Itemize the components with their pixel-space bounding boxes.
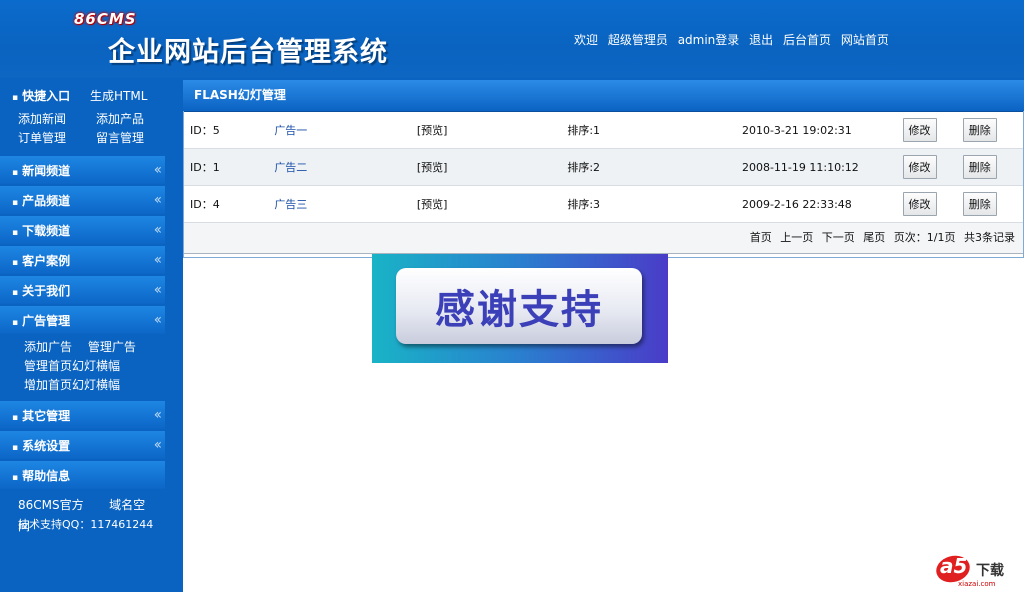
- row-order: 排序:3: [567, 185, 742, 223]
- ads-submenu: 添加广告 管理广告 管理首页幻灯横幅 增加首页幻灯横幅: [0, 334, 165, 399]
- add-news-link[interactable]: 添加新闻: [18, 110, 96, 127]
- table-row: ID：1 广告二 [预览] 排序:2 2008-11-19 11:10:12 修…: [184, 148, 1023, 186]
- table-row: ID：4 广告三 [预览] 排序:3 2009-2-16 22:33:48 修改…: [184, 185, 1023, 223]
- generate-html-link[interactable]: 生成HTML: [90, 87, 147, 104]
- site-home-link[interactable]: 网站首页: [841, 33, 889, 47]
- panel-title: FLASH幻灯管理: [183, 80, 1024, 112]
- message-manage-link[interactable]: 留言管理: [96, 129, 176, 146]
- app-title: 企业网站后台管理系统: [108, 37, 388, 68]
- preview-link[interactable]: [预览]: [417, 161, 448, 174]
- prev-page-link[interactable]: 上一页: [780, 231, 813, 244]
- top-nav: 欢迎 超级管理员 admin登录 退出 后台首页 网站首页: [574, 31, 895, 48]
- section-title: 帮助信息: [12, 467, 70, 484]
- thanks-banner: 感谢支持: [372, 254, 668, 363]
- logout-link[interactable]: 退出: [749, 33, 773, 47]
- row-name: 广告二: [274, 148, 417, 186]
- watermark-logo-text: a5: [940, 554, 968, 578]
- preview-link[interactable]: [预览]: [417, 124, 448, 137]
- table-row: ID：5 广告一 [预览] 排序:1 2010-3-21 19:02:31 修改…: [184, 112, 1023, 149]
- watermark: a5 下载 xiazai.com: [933, 552, 1016, 588]
- section-title: 新闻频道: [12, 162, 70, 179]
- section-title: 关于我们: [12, 282, 70, 299]
- last-page-link[interactable]: 尾页: [863, 231, 885, 244]
- chevron-double-left-icon: ‹‹: [153, 282, 162, 298]
- row-date: 2009-2-16 22:33:48: [741, 185, 903, 223]
- banner-button-graphic: 感谢支持: [396, 268, 642, 344]
- sidebar: 快捷入口 生成HTML 添加新闻 添加产品 订单管理 留言管理 新闻频道 ‹‹ …: [0, 78, 165, 592]
- section-title: 广告管理: [12, 312, 70, 329]
- preview-link[interactable]: [预览]: [417, 198, 448, 211]
- chevron-double-left-icon: ‹‹: [153, 222, 162, 238]
- add-slides-link[interactable]: 增加首页幻灯横幅: [24, 378, 120, 392]
- official-site-link[interactable]: 86CMS官方: [18, 498, 84, 512]
- section-title: 下载频道: [12, 222, 70, 239]
- chevron-double-left-icon: ‹‹: [153, 252, 162, 268]
- quick-access: 快捷入口 生成HTML 添加新闻 添加产品 订单管理 留言管理: [0, 78, 165, 154]
- order-manage-link[interactable]: 订单管理: [18, 129, 96, 146]
- banner-text: 感谢支持: [435, 287, 603, 333]
- row-id: ID：4: [184, 185, 275, 223]
- chevron-double-left-icon: ‹‹: [153, 407, 162, 423]
- edit-button[interactable]: 修改: [902, 155, 937, 179]
- page-count: 页次：1/1页: [893, 231, 956, 244]
- first-page-link[interactable]: 首页: [750, 231, 772, 244]
- delete-button[interactable]: 删除: [962, 155, 997, 179]
- row-order: 排序:1: [567, 112, 742, 149]
- header: 86CMS 企业网站后台管理系统 欢迎 超级管理员 admin登录 退出 后台首…: [0, 0, 1024, 78]
- edit-button[interactable]: 修改: [902, 192, 937, 216]
- row-id: ID：5: [184, 112, 275, 149]
- welcome-text: 欢迎: [574, 33, 599, 47]
- sidebar-section-settings[interactable]: 系统设置 ‹‹: [0, 431, 165, 459]
- chevron-double-left-icon: ‹‹: [153, 437, 162, 453]
- row-name: 广告三: [274, 185, 417, 223]
- manage-ad-link[interactable]: 管理广告: [88, 340, 136, 354]
- user-role: 超级管理员: [607, 33, 668, 47]
- chevron-double-left-icon: ‹‹: [153, 192, 162, 208]
- edit-button[interactable]: 修改: [902, 118, 937, 142]
- quick-access-title: 快捷入口: [12, 87, 90, 104]
- sidebar-section-other[interactable]: 其它管理 ‹‹: [0, 401, 165, 429]
- row-date: 2008-11-19 11:10:12: [741, 148, 903, 186]
- chevron-double-left-icon: ‹‹: [153, 162, 162, 178]
- section-title: 产品频道: [12, 192, 70, 209]
- user-login-text: admin登录: [677, 33, 740, 47]
- slides-table: ID：5 广告一 [预览] 排序:1 2010-3-21 19:02:31 修改…: [184, 112, 1023, 223]
- chevron-double-left-icon: ‹‹: [153, 312, 162, 328]
- add-product-link[interactable]: 添加产品: [96, 110, 176, 127]
- watermark-text: 下载: [976, 563, 1004, 579]
- sidebar-section-help[interactable]: 帮助信息: [0, 461, 165, 489]
- sidebar-section-news[interactable]: 新闻频道 ‹‹: [0, 156, 165, 184]
- delete-button[interactable]: 删除: [962, 192, 997, 216]
- sidebar-section-about[interactable]: 关于我们 ‹‹: [0, 276, 165, 304]
- watermark-sub: xiazai.com: [958, 580, 996, 588]
- row-id: ID：1: [184, 148, 275, 186]
- row-order: 排序:2: [567, 148, 742, 186]
- section-title: 其它管理: [12, 407, 70, 424]
- logo: 86CMS: [74, 10, 137, 28]
- total-records: 共3条记录: [964, 231, 1015, 244]
- support-qq-text: 技术支持QQ：117461244: [18, 518, 154, 531]
- sidebar-section-ads[interactable]: 广告管理 ‹‹: [0, 306, 165, 334]
- section-title: 客户案例: [12, 252, 70, 269]
- row-date: 2010-3-21 19:02:31: [741, 112, 903, 149]
- pagination: 首页 上一页 下一页 尾页 页次：1/1页 共3条记录: [184, 223, 1023, 254]
- delete-button[interactable]: 删除: [962, 118, 997, 142]
- manage-slides-link[interactable]: 管理首页幻灯横幅: [24, 359, 120, 373]
- sidebar-section-products[interactable]: 产品频道 ‹‹: [0, 186, 165, 214]
- admin-home-link[interactable]: 后台首页: [783, 33, 831, 47]
- next-page-link[interactable]: 下一页: [822, 231, 855, 244]
- section-title: 系统设置: [12, 437, 70, 454]
- row-name: 广告一: [274, 112, 417, 149]
- sidebar-section-cases[interactable]: 客户案例 ‹‹: [0, 246, 165, 274]
- add-ad-link[interactable]: 添加广告: [24, 340, 72, 354]
- help-links: 86CMS官方 域名空间 技术支持QQ：117461244: [0, 489, 165, 535]
- sidebar-section-downloads[interactable]: 下载频道 ‹‹: [0, 216, 165, 244]
